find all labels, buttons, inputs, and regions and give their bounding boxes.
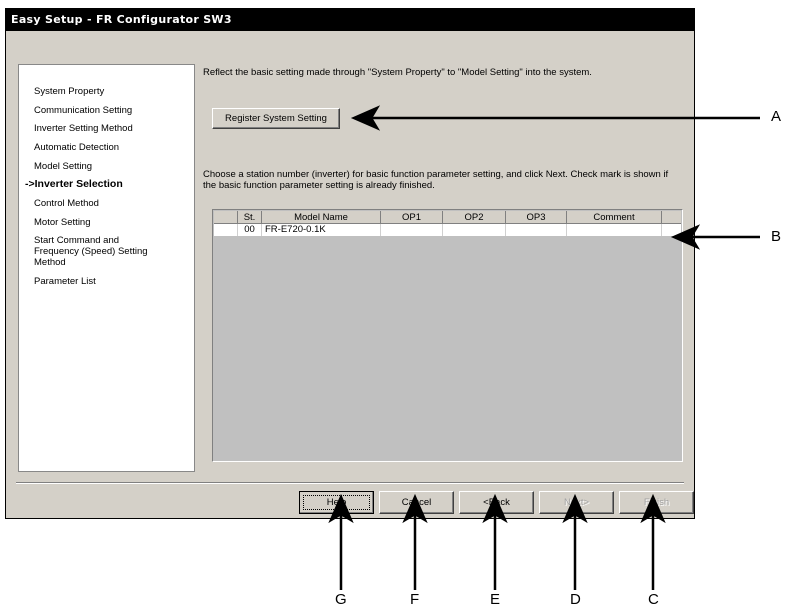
callout-label-g: G — [335, 591, 347, 608]
callout-arrows — [328, 105, 760, 590]
callout-label-c: C — [648, 591, 659, 608]
callout-label-f: F — [410, 591, 420, 608]
callout-label-d: D — [570, 591, 581, 608]
callout-label-a: A — [771, 108, 782, 125]
callout-label-b: B — [771, 228, 782, 245]
callout-label-e: E — [490, 591, 501, 608]
